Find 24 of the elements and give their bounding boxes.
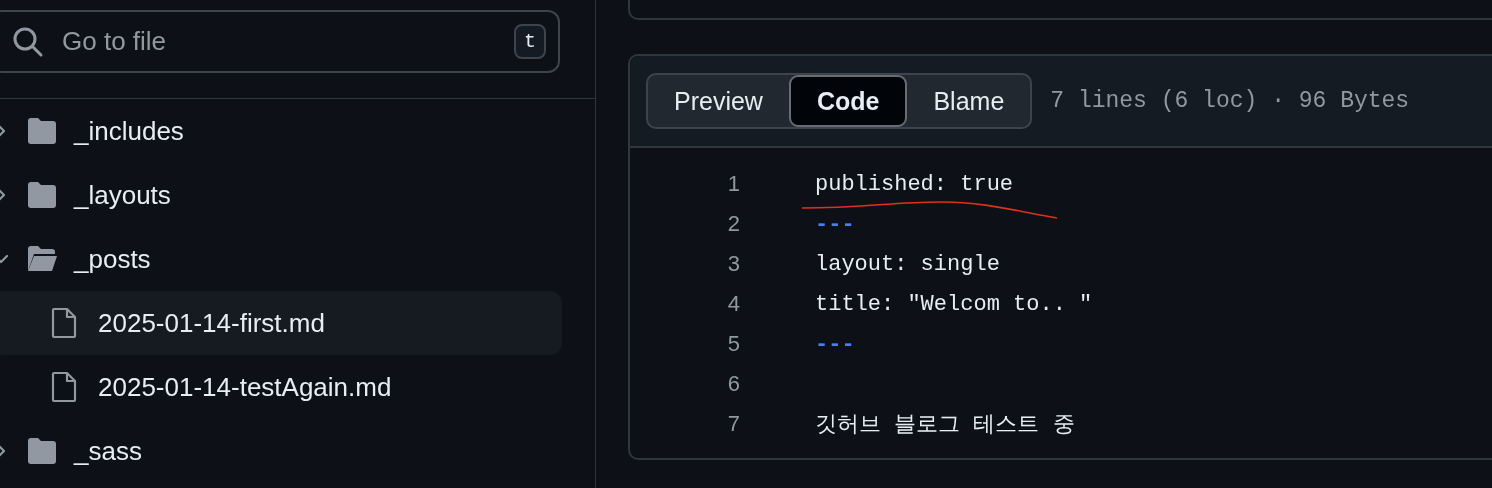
line-number: 4 bbox=[726, 291, 740, 317]
folder-name[interactable]: _includes bbox=[74, 115, 184, 147]
file-tree-item[interactable]: 2025-01-14-first.md bbox=[0, 291, 562, 355]
folder-name[interactable]: _sass bbox=[74, 435, 142, 467]
line-number: 5 bbox=[726, 331, 740, 357]
folder-name[interactable]: _layouts bbox=[74, 179, 171, 211]
folder-name[interactable]: _posts bbox=[74, 243, 151, 275]
line-number: 3 bbox=[726, 251, 740, 277]
line-number: 1 bbox=[726, 171, 740, 197]
code-line: published: true bbox=[815, 171, 1014, 197]
line-number: 6 bbox=[726, 371, 740, 397]
view-tab[interactable]: Blame bbox=[907, 75, 1031, 127]
front-matter-delimiter: --- bbox=[815, 211, 855, 237]
line-number: 7 bbox=[726, 411, 740, 437]
view-tab[interactable]: Code bbox=[788, 75, 908, 127]
view-tab[interactable]: Preview bbox=[648, 75, 789, 127]
front-matter-delimiter: --- bbox=[815, 331, 855, 357]
line-number: 2 bbox=[726, 211, 740, 237]
code-line: 깃허브 블로그 테스트 중 bbox=[815, 412, 1075, 439]
file-info: 7 lines (6 loc) · 96 Bytes bbox=[1050, 88, 1410, 114]
code-line: title: "Welcom to.. " bbox=[815, 291, 1093, 317]
file-tree-item[interactable]: 2025-01-14-testAgain.md bbox=[0, 355, 562, 419]
keyboard-shortcut: t bbox=[514, 24, 546, 59]
code-line: layout: single bbox=[815, 251, 1000, 277]
